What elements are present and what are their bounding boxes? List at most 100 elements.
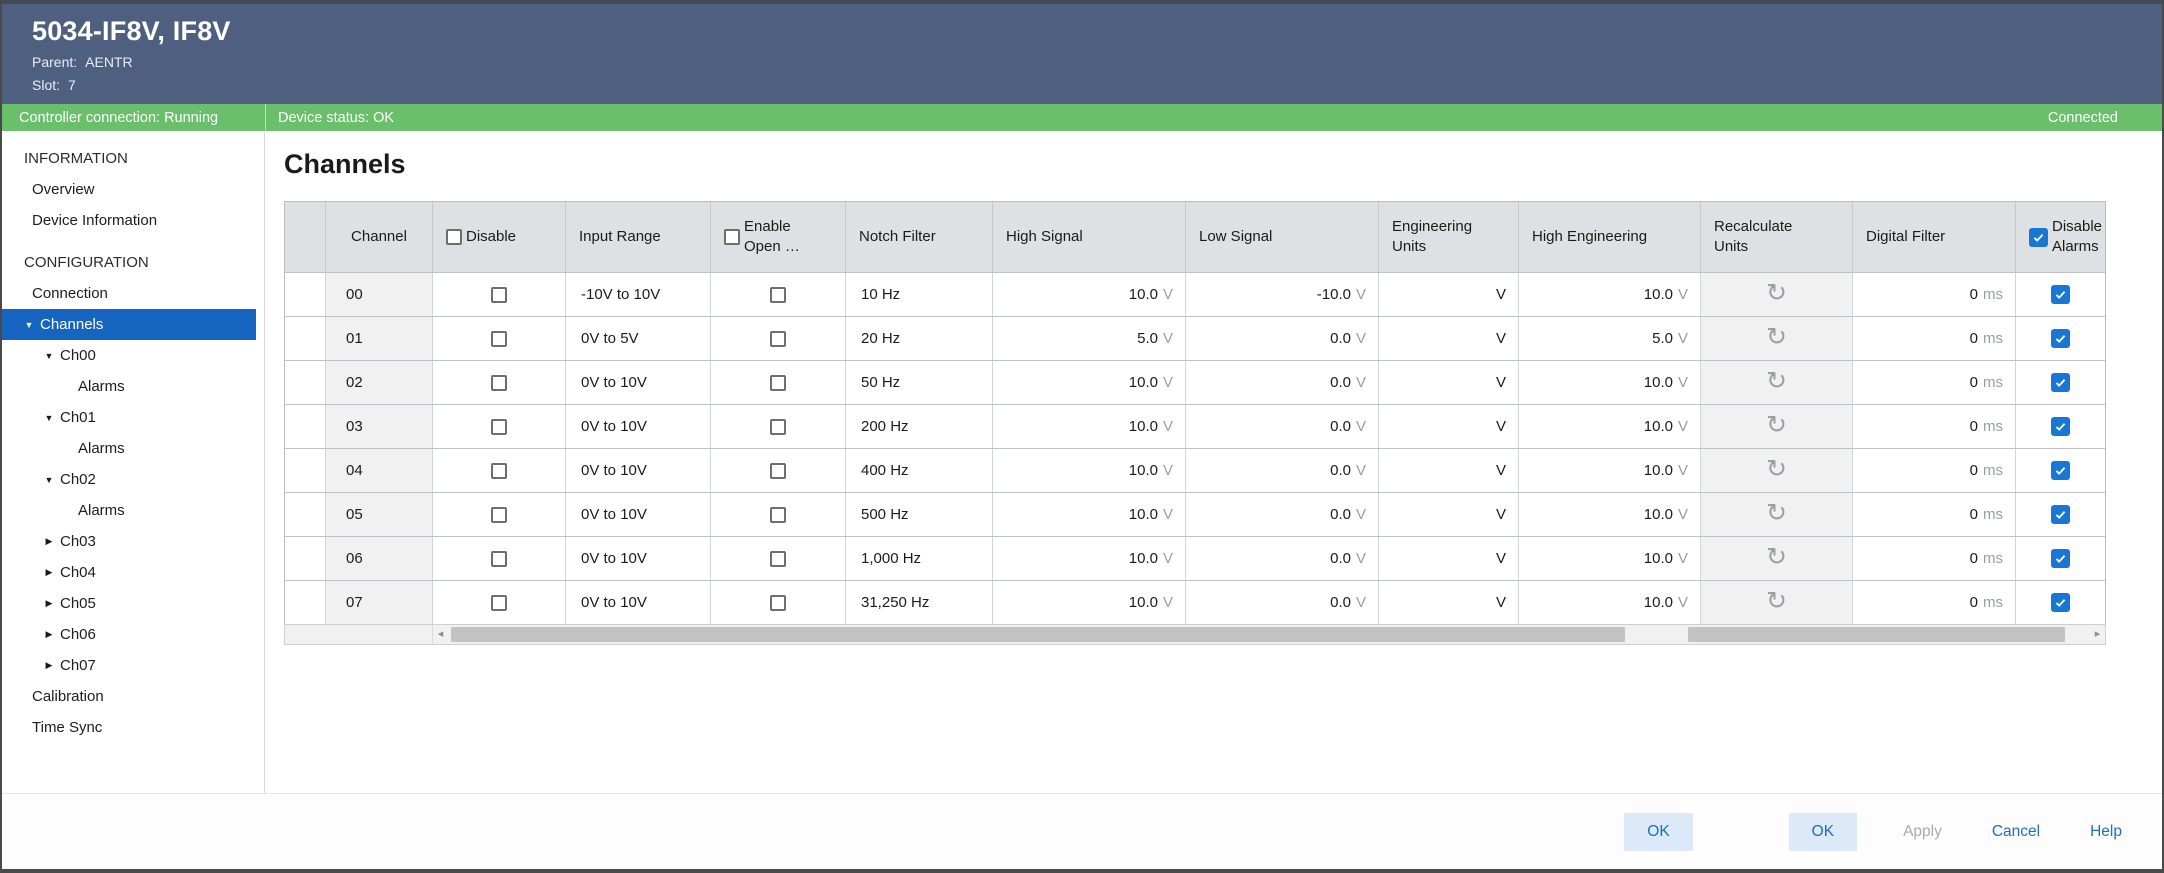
col-header-engineering_units[interactable]: EngineeringUnits (1379, 202, 1519, 272)
high-signal-cell[interactable]: 10.0V (993, 273, 1186, 316)
refresh-arrow-icon[interactable]: ↻ (1766, 457, 1787, 482)
high-engineering-cell[interactable]: 5.0V (1519, 317, 1701, 360)
refresh-arrow-icon[interactable]: ↻ (1766, 281, 1787, 306)
refresh-arrow-icon[interactable]: ↻ (1766, 325, 1787, 350)
digital-filter-cell[interactable]: 0ms (1853, 493, 2016, 536)
chevron-right-icon[interactable]: ▶ (38, 567, 60, 578)
high-engineering-cell[interactable]: 10.0V (1519, 449, 1701, 492)
low-signal-cell[interactable]: 0.0V (1186, 361, 1379, 404)
scrollbar-thumb-secondary[interactable] (1688, 627, 2066, 642)
notch-filter-cell[interactable]: 400 Hz (846, 449, 993, 492)
low-signal-value[interactable]: 0.0 (1330, 550, 1351, 567)
recalculate-units-cell[interactable]: ↻ (1701, 581, 1853, 624)
high-signal-cell[interactable]: 10.0V (993, 405, 1186, 448)
recalculate-units-cell[interactable]: ↻ (1701, 405, 1853, 448)
high-signal-value[interactable]: 10.0 (1129, 374, 1158, 391)
notch-filter-cell[interactable]: 10 Hz (846, 273, 993, 316)
recalculate-units-cell[interactable]: ↻ (1701, 493, 1853, 536)
refresh-arrow-icon[interactable]: ↻ (1766, 369, 1787, 394)
recalculate-units-cell[interactable]: ↻ (1701, 361, 1853, 404)
low-signal-cell[interactable]: 0.0V (1186, 581, 1379, 624)
refresh-arrow-icon[interactable]: ↻ (1766, 545, 1787, 570)
chevron-down-icon[interactable]: ▼ (38, 413, 60, 423)
digital-filter-value[interactable]: 0 (1970, 418, 1978, 435)
input-range-cell[interactable]: 0V to 10V (566, 405, 711, 448)
low-signal-value[interactable]: 0.0 (1330, 506, 1351, 523)
engineering-units-cell[interactable]: V (1379, 493, 1519, 536)
col-header-high_engineering[interactable]: High Engineering (1519, 202, 1701, 272)
sidebar-item-time-sync[interactable]: Time Sync (2, 712, 256, 743)
digital-filter-cell[interactable]: 0ms (1853, 317, 2016, 360)
notch-filter-cell[interactable]: 200 Hz (846, 405, 993, 448)
sidebar-item-ch01[interactable]: ▼Ch01 (2, 402, 256, 433)
disable_alarms-header-checkbox[interactable] (2029, 228, 2048, 247)
enable-open-checkbox[interactable] (770, 375, 786, 391)
digital-filter-value[interactable]: 0 (1970, 506, 1978, 523)
low-signal-value[interactable]: 0.0 (1330, 374, 1351, 391)
scroll-left-arrow-icon[interactable]: ◂ (433, 629, 448, 640)
high-signal-cell[interactable]: 5.0V (993, 317, 1186, 360)
chevron-right-icon[interactable]: ▶ (38, 660, 60, 671)
digital-filter-cell[interactable]: 0ms (1853, 361, 2016, 404)
high-engineering-value[interactable]: 5.0 (1652, 330, 1673, 347)
row-selector[interactable] (285, 405, 326, 448)
chevron-down-icon[interactable]: ▼ (38, 351, 60, 361)
digital-filter-cell[interactable]: 0ms (1853, 537, 2016, 580)
col-header-input_range[interactable]: Input Range (566, 202, 711, 272)
high-signal-value[interactable]: 10.0 (1129, 286, 1158, 303)
refresh-arrow-icon[interactable]: ↻ (1766, 589, 1787, 614)
row-selector[interactable] (285, 581, 326, 624)
disable-alarms-checkbox[interactable] (2051, 549, 2070, 568)
low-signal-value[interactable]: -10.0 (1317, 286, 1351, 303)
col-header-disable[interactable]: Disable (433, 202, 566, 272)
sidebar-item-alarms[interactable]: Alarms (2, 433, 256, 464)
enable-open-checkbox[interactable] (770, 331, 786, 347)
low-signal-cell[interactable]: -10.0V (1186, 273, 1379, 316)
chevron-down-icon[interactable]: ▼ (18, 320, 40, 330)
apply-button[interactable]: Apply (1899, 813, 1946, 851)
sidebar-item-device-information[interactable]: Device Information (2, 205, 256, 236)
notch-filter-cell[interactable]: 500 Hz (846, 493, 993, 536)
digital-filter-cell[interactable]: 0ms (1853, 405, 2016, 448)
high-signal-value[interactable]: 10.0 (1129, 418, 1158, 435)
low-signal-cell[interactable]: 0.0V (1186, 317, 1379, 360)
input-range-cell[interactable]: 0V to 10V (566, 537, 711, 580)
notch-filter-cell[interactable]: 1,000 Hz (846, 537, 993, 580)
disable-alarms-checkbox[interactable] (2051, 417, 2070, 436)
sidebar-item-channels[interactable]: ▼Channels (2, 309, 256, 340)
chevron-down-icon[interactable]: ▼ (38, 475, 60, 485)
high-signal-cell[interactable]: 10.0V (993, 449, 1186, 492)
row-selector[interactable] (285, 361, 326, 404)
engineering-units-cell[interactable]: V (1379, 537, 1519, 580)
high-signal-value[interactable]: 10.0 (1129, 462, 1158, 479)
disable-alarms-checkbox[interactable] (2051, 505, 2070, 524)
help-button[interactable]: Help (2086, 813, 2126, 851)
recalculate-units-cell[interactable]: ↻ (1701, 449, 1853, 492)
disable-alarms-checkbox[interactable] (2051, 285, 2070, 304)
enable-open-checkbox[interactable] (770, 507, 786, 523)
refresh-arrow-icon[interactable]: ↻ (1766, 501, 1787, 526)
disable-checkbox[interactable] (491, 287, 507, 303)
high-signal-cell[interactable]: 10.0V (993, 361, 1186, 404)
digital-filter-cell[interactable]: 0ms (1853, 273, 2016, 316)
high-signal-cell[interactable]: 10.0V (993, 537, 1186, 580)
col-header-channel[interactable]: Channel (326, 202, 433, 272)
low-signal-cell[interactable]: 0.0V (1186, 449, 1379, 492)
engineering-units-cell[interactable]: V (1379, 273, 1519, 316)
recalculate-units-cell[interactable]: ↻ (1701, 537, 1853, 580)
low-signal-value[interactable]: 0.0 (1330, 418, 1351, 435)
row-selector[interactable] (285, 273, 326, 316)
chevron-right-icon[interactable]: ▶ (38, 629, 60, 640)
ok-button[interactable]: OK (1789, 813, 1857, 851)
enable-open-checkbox[interactable] (770, 551, 786, 567)
input-range-cell[interactable]: 0V to 10V (566, 493, 711, 536)
sidebar-item-connection[interactable]: Connection (2, 278, 256, 309)
high-engineering-value[interactable]: 10.0 (1644, 462, 1673, 479)
engineering-units-cell[interactable]: V (1379, 317, 1519, 360)
notch-filter-cell[interactable]: 20 Hz (846, 317, 993, 360)
digital-filter-cell[interactable]: 0ms (1853, 449, 2016, 492)
high-signal-value[interactable]: 5.0 (1137, 330, 1158, 347)
engineering-units-cell[interactable]: V (1379, 405, 1519, 448)
digital-filter-value[interactable]: 0 (1970, 550, 1978, 567)
col-header-high_signal[interactable]: High Signal (993, 202, 1186, 272)
